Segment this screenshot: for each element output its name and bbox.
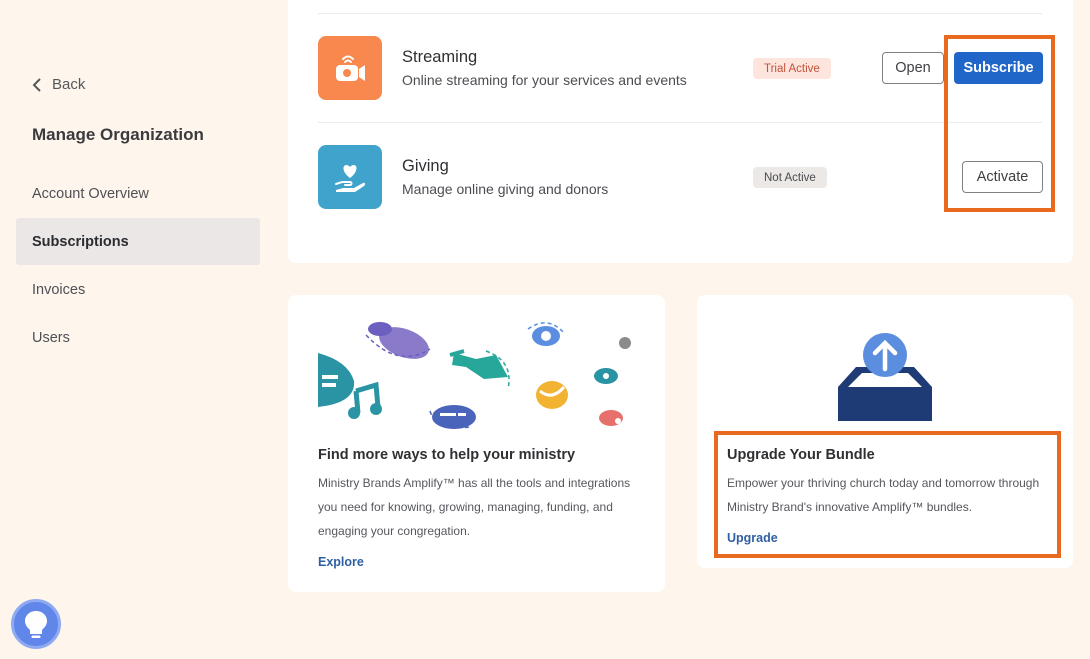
streaming-name: Streaming — [402, 48, 478, 66]
giving-description: Manage online giving and donors — [402, 181, 609, 197]
sidebar-item-label: Invoices — [32, 281, 86, 298]
promo-body: Ministry Brands Amplify™ has all the too… — [318, 471, 648, 543]
lightbulb-help-button[interactable] — [11, 599, 61, 649]
highlight-box — [714, 431, 1061, 558]
giving-name: Giving — [402, 157, 449, 175]
heart-hand-icon — [318, 145, 382, 209]
sidebar-item-invoices[interactable]: Invoices — [16, 266, 260, 313]
back-label: Back — [52, 76, 86, 93]
promo-line: Ministry Brands Amplify™ has all the too… — [318, 476, 631, 490]
lightbulb-icon — [25, 611, 47, 638]
video-camera-icon — [318, 36, 382, 100]
sidebar-item-label: Subscriptions — [32, 233, 129, 250]
promo-line: engaging your congregation. — [318, 524, 471, 538]
sidebar-item-label: Users — [32, 329, 70, 346]
sidebar: Back Manage Organization Account Overvie… — [0, 0, 276, 659]
page-title: Manage Organization — [32, 125, 204, 144]
back-link[interactable]: Back — [32, 76, 85, 93]
sidebar-item-users[interactable]: Users — [16, 314, 260, 361]
sidebar-item-subscriptions[interactable]: Subscriptions — [16, 218, 260, 265]
status-badge: Trial Active — [753, 58, 831, 79]
promo-line: you need for knowing, growing, managing,… — [318, 500, 613, 514]
sidebar-item-account-overview[interactable]: Account Overview — [16, 170, 260, 217]
divider — [318, 122, 1042, 123]
explore-link[interactable]: Explore — [318, 555, 364, 569]
divider — [318, 13, 1042, 14]
status-badge: Not Active — [753, 167, 827, 188]
open-button[interactable]: Open — [882, 52, 944, 84]
streaming-description: Online streaming for your services and e… — [402, 72, 687, 88]
sidebar-item-label: Account Overview — [32, 185, 149, 202]
upload-box-icon — [838, 333, 932, 421]
chevron-left-icon — [32, 77, 41, 92]
highlight-box — [944, 35, 1055, 212]
ministry-illustration — [318, 322, 631, 429]
promo-title: Find more ways to help your ministry — [318, 447, 576, 463]
